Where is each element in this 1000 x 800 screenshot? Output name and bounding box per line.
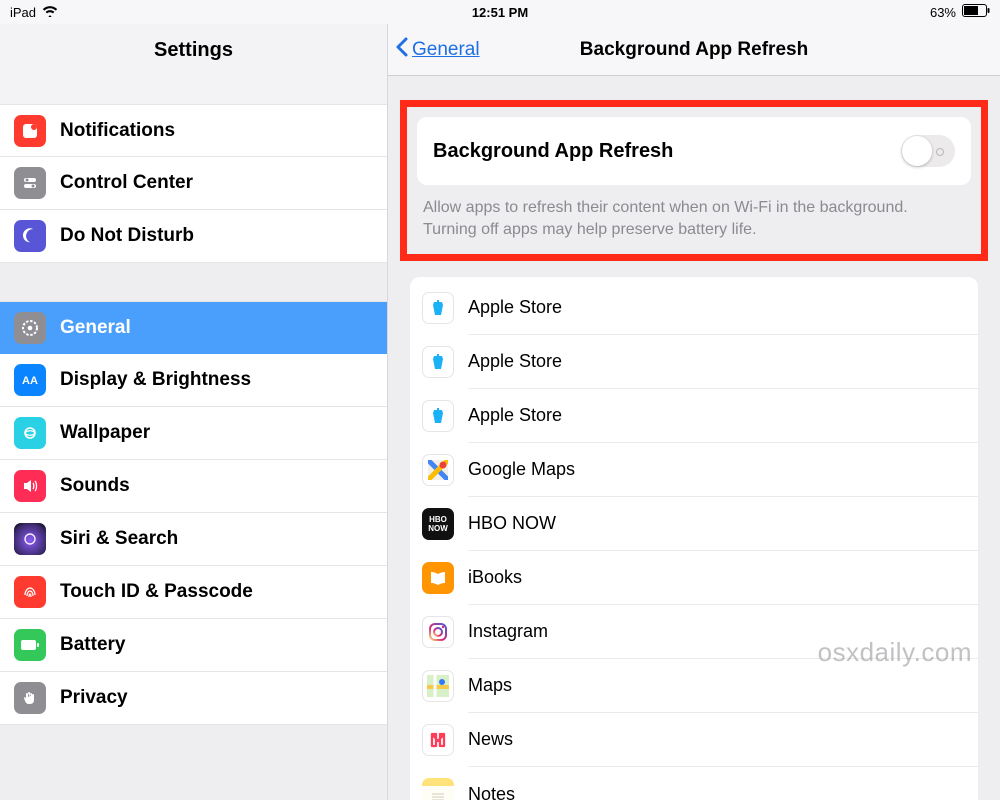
sidebar-item-label: Notifications bbox=[60, 120, 175, 142]
toggle-label: Background App Refresh bbox=[433, 140, 673, 163]
page-title: Background App Refresh bbox=[580, 39, 808, 61]
chevron-left-icon bbox=[394, 36, 410, 64]
sidebar-item-siri[interactable]: Siri & Search bbox=[0, 513, 387, 566]
appstore-icon bbox=[422, 346, 454, 378]
sidebar-item-label: Siri & Search bbox=[60, 528, 178, 550]
google-maps-icon bbox=[422, 454, 454, 486]
sidebar-item-label: General bbox=[60, 317, 131, 339]
app-list: Apple Store Apple Store Apple Store Goog… bbox=[410, 277, 978, 800]
wallpaper-icon bbox=[14, 417, 46, 449]
device-name: iPad bbox=[10, 5, 36, 20]
apple-maps-icon bbox=[422, 670, 454, 702]
sidebar-item-general[interactable]: General bbox=[0, 301, 387, 354]
sidebar-item-notifications[interactable]: Notifications bbox=[0, 104, 387, 157]
status-time: 12:51 PM bbox=[472, 5, 528, 20]
notes-icon bbox=[422, 778, 454, 800]
battery-pct: 63% bbox=[930, 5, 956, 20]
app-label: HBO NOW bbox=[468, 513, 556, 534]
hand-icon bbox=[14, 682, 46, 714]
appstore-icon bbox=[422, 400, 454, 432]
sidebar-item-display[interactable]: AA Display & Brightness bbox=[0, 354, 387, 407]
sidebar-item-label: Display & Brightness bbox=[60, 369, 251, 391]
app-label: Apple Store bbox=[468, 297, 562, 318]
sidebar-item-label: Sounds bbox=[60, 475, 130, 497]
sidebar-item-sounds[interactable]: Sounds bbox=[0, 460, 387, 513]
main-panel: General Background App Refresh Backgroun… bbox=[388, 24, 1000, 800]
back-label: General bbox=[412, 39, 480, 61]
sidebar-item-privacy[interactable]: Privacy bbox=[0, 672, 387, 725]
battery-icon bbox=[962, 4, 990, 20]
hbo-icon: HBONOW bbox=[422, 508, 454, 540]
wifi-icon bbox=[42, 5, 58, 20]
sidebar-item-label: Control Center bbox=[60, 172, 193, 194]
app-row-notes[interactable]: Notes bbox=[410, 767, 978, 800]
appstore-icon bbox=[422, 292, 454, 324]
fingerprint-icon bbox=[14, 576, 46, 608]
app-row-hbo-now[interactable]: HBONOW HBO NOW bbox=[410, 497, 978, 551]
control-center-icon bbox=[14, 167, 46, 199]
app-row-instagram[interactable]: Instagram bbox=[410, 605, 978, 659]
master-toggle-row[interactable]: Background App Refresh bbox=[417, 117, 971, 185]
helper-text: Allow apps to refresh their content when… bbox=[417, 185, 971, 240]
sidebar-item-do-not-disturb[interactable]: Do Not Disturb bbox=[0, 210, 387, 263]
news-icon bbox=[422, 724, 454, 756]
sidebar-item-label: Touch ID & Passcode bbox=[60, 581, 253, 603]
sidebar-item-label: Privacy bbox=[60, 687, 128, 709]
app-label: iBooks bbox=[468, 567, 522, 588]
speaker-icon bbox=[14, 470, 46, 502]
sidebar-item-wallpaper[interactable]: Wallpaper bbox=[0, 407, 387, 460]
app-label: Apple Store bbox=[468, 405, 562, 426]
app-row-google-maps[interactable]: Google Maps bbox=[410, 443, 978, 497]
status-bar: iPad 12:51 PM 63% bbox=[0, 0, 1000, 24]
settings-sidebar: Settings Notifications Control Center Do… bbox=[0, 24, 388, 800]
sidebar-item-label: Battery bbox=[60, 634, 125, 656]
app-row-ibooks[interactable]: iBooks bbox=[410, 551, 978, 605]
sidebar-item-label: Wallpaper bbox=[60, 422, 150, 444]
app-row-apple-store[interactable]: Apple Store bbox=[410, 281, 978, 335]
app-row-apple-store[interactable]: Apple Store bbox=[410, 389, 978, 443]
moon-icon bbox=[14, 220, 46, 252]
instagram-icon bbox=[422, 616, 454, 648]
app-label: Instagram bbox=[468, 621, 548, 642]
highlight-annotation: Background App Refresh Allow apps to ref… bbox=[400, 100, 988, 261]
sidebar-item-control-center[interactable]: Control Center bbox=[0, 157, 387, 210]
sidebar-item-touchid[interactable]: Touch ID & Passcode bbox=[0, 566, 387, 619]
svg-text:AA: AA bbox=[22, 375, 38, 387]
sidebar-item-label: Do Not Disturb bbox=[60, 225, 194, 247]
battery-setting-icon bbox=[14, 629, 46, 661]
app-row-apple-store[interactable]: Apple Store bbox=[410, 335, 978, 389]
display-icon: AA bbox=[14, 364, 46, 396]
sidebar-item-battery[interactable]: Battery bbox=[0, 619, 387, 672]
app-label: Maps bbox=[468, 675, 512, 696]
ibooks-icon bbox=[422, 562, 454, 594]
app-label: Google Maps bbox=[468, 459, 575, 480]
siri-icon bbox=[14, 523, 46, 555]
app-row-maps[interactable]: Maps bbox=[410, 659, 978, 713]
gear-icon bbox=[14, 312, 46, 344]
back-button[interactable]: General bbox=[394, 36, 480, 64]
main-header: General Background App Refresh bbox=[388, 24, 1000, 76]
notifications-icon bbox=[14, 115, 46, 147]
app-label: Notes bbox=[468, 784, 515, 800]
app-label: News bbox=[468, 729, 513, 750]
toggle-switch[interactable] bbox=[901, 135, 955, 167]
app-label: Apple Store bbox=[468, 351, 562, 372]
sidebar-title: Settings bbox=[0, 24, 387, 76]
app-row-news[interactable]: News bbox=[410, 713, 978, 767]
